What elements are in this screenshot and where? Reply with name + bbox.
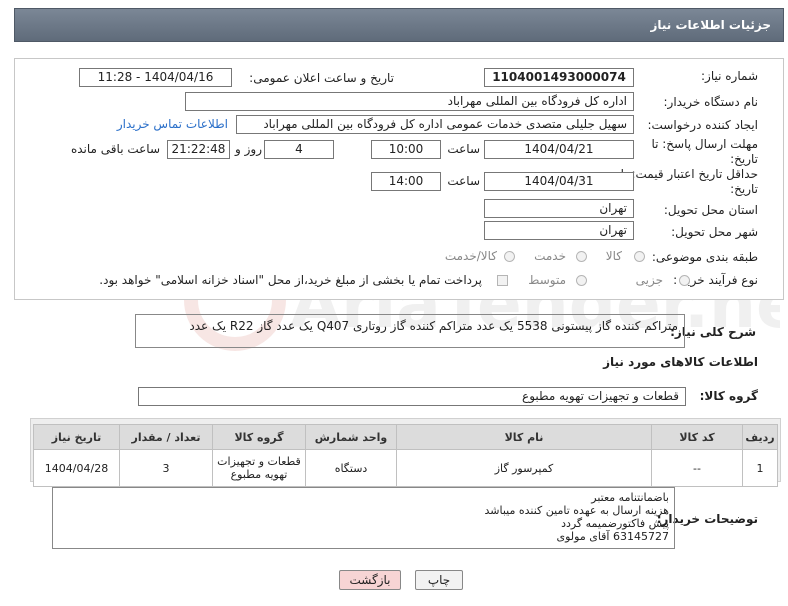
table-row: 1 -- کمپرسور گاز دستگاه قطعات و تجهیزات …: [33, 449, 778, 487]
goods-group-label: گروه کالا:: [699, 389, 758, 403]
treasury-payment-note: پرداخت تمام یا بخشی از مبلغ خرید،از محل …: [99, 273, 482, 287]
cell-date: 1404/04/28: [33, 449, 120, 487]
treasury-payment-checkbox[interactable]: [497, 275, 508, 286]
col-qty: تعداد / مقدار: [119, 424, 213, 450]
remaining-label: ساعت باقی مانده: [70, 142, 160, 156]
goods-table: ردیف کد کالا نام کالا واحد شمارش گروه کا…: [33, 424, 778, 487]
deadline-time-field: 10:00: [371, 140, 441, 159]
buyer-note-line: 63145727 آقای مولوی: [556, 530, 670, 543]
validity-time-field: 14:00: [371, 172, 441, 191]
window-titlebar: جزئیات اطلاعات نیاز: [14, 8, 784, 42]
category-service-label: خدمت: [534, 249, 566, 263]
creator-field: سهیل جلیلی متصدی خدمات عمومی اداره کل فر…: [236, 115, 634, 134]
description-field: متراکم کننده گاز پیستونی 5538 یک عدد متر…: [135, 314, 685, 348]
buyer-note-line: پیش فاکتورضمیمه گردد: [561, 517, 669, 530]
process-minor-radio[interactable]: [679, 275, 690, 286]
cell-code: --: [651, 449, 743, 487]
print-button[interactable]: چاپ: [415, 570, 463, 590]
back-button[interactable]: بازگشت: [339, 570, 401, 590]
deadline-label: مهلت ارسال پاسخ: تا تاریخ:: [651, 137, 758, 166]
province-label: استان محل تحویل:: [663, 203, 758, 217]
cell-row: 1: [742, 449, 778, 487]
description-text: متراکم کننده گاز پیستونی 5538 یک عدد متر…: [189, 319, 678, 333]
table-header-row: ردیف کد کالا نام کالا واحد شمارش گروه کا…: [33, 424, 778, 450]
days-remaining-field: 4: [264, 140, 334, 159]
city-field: تهران: [484, 221, 634, 240]
category-goods-label: کالا: [605, 249, 622, 263]
announce-datetime-label: تاریخ و ساعت اعلان عمومی:: [249, 71, 394, 85]
price-validity-label: حداقل تاریخ اعتبار قیمت: تا تاریخ:: [620, 167, 758, 196]
category-service-radio[interactable]: [576, 251, 587, 262]
deadline-date-field: 1404/04/21: [484, 140, 634, 159]
creator-label: ایجاد کننده درخواست:: [647, 118, 758, 132]
col-name: نام کالا: [396, 424, 652, 450]
buyer-contact-link[interactable]: اطلاعات تماس خریدار: [117, 117, 228, 131]
category-label: طبقه بندی موضوعی:: [651, 250, 758, 264]
col-row: ردیف: [742, 424, 778, 450]
cell-name: کمپرسور گاز: [396, 449, 652, 487]
need-number-label: شماره نیاز:: [701, 69, 758, 83]
category-both-radio[interactable]: [504, 251, 515, 262]
buyer-org-field: اداره کل فرودگاه بین المللی مهراباد: [185, 92, 634, 111]
remaining-time-field: 21:22:48: [167, 140, 230, 159]
province-field: تهران: [484, 199, 634, 218]
col-unit: واحد شمارش: [305, 424, 397, 450]
buyer-notes-field: باضمانتنامه معتبر هزینه ارسال به عهده تا…: [52, 487, 675, 549]
category-both-label: کالا/خدمت: [444, 249, 497, 263]
goods-group-field: قطعات و تجهیزات تهویه مطبوع: [138, 387, 686, 406]
process-medium-radio[interactable]: [576, 275, 587, 286]
days-label: روز و: [235, 142, 262, 156]
process-minor-label: جزیی: [635, 273, 663, 287]
goods-info-title: اطلاعات کالاهای مورد نیاز: [603, 355, 758, 369]
city-label: شهر محل تحویل:: [671, 225, 758, 239]
validity-time-label: ساعت: [447, 174, 480, 188]
buyer-note-line: هزینه ارسال به عهده تامین کننده میباشد: [484, 504, 669, 517]
cell-qty: 3: [119, 449, 213, 487]
col-date: تاریخ نیاز: [33, 424, 120, 450]
col-group: گروه کالا: [212, 424, 306, 450]
announce-datetime-field: 1404/04/16 - 11:28: [79, 68, 232, 87]
category-goods-radio[interactable]: [634, 251, 645, 262]
process-medium-label: متوسط: [528, 273, 566, 287]
buyer-note-line: باضمانتنامه معتبر: [591, 491, 669, 504]
cell-unit: دستگاه: [305, 449, 397, 487]
cell-group: قطعات و تجهیزات تهویه مطبوع: [212, 449, 306, 487]
deadline-time-label: ساعت: [447, 142, 480, 156]
need-number-field: 1104001493000074: [484, 68, 634, 87]
validity-date-field: 1404/04/31: [484, 172, 634, 191]
buyer-org-label: نام دستگاه خریدار:: [663, 95, 759, 109]
window-title: جزئیات اطلاعات نیاز: [650, 18, 771, 32]
col-code: کد کالا: [651, 424, 743, 450]
